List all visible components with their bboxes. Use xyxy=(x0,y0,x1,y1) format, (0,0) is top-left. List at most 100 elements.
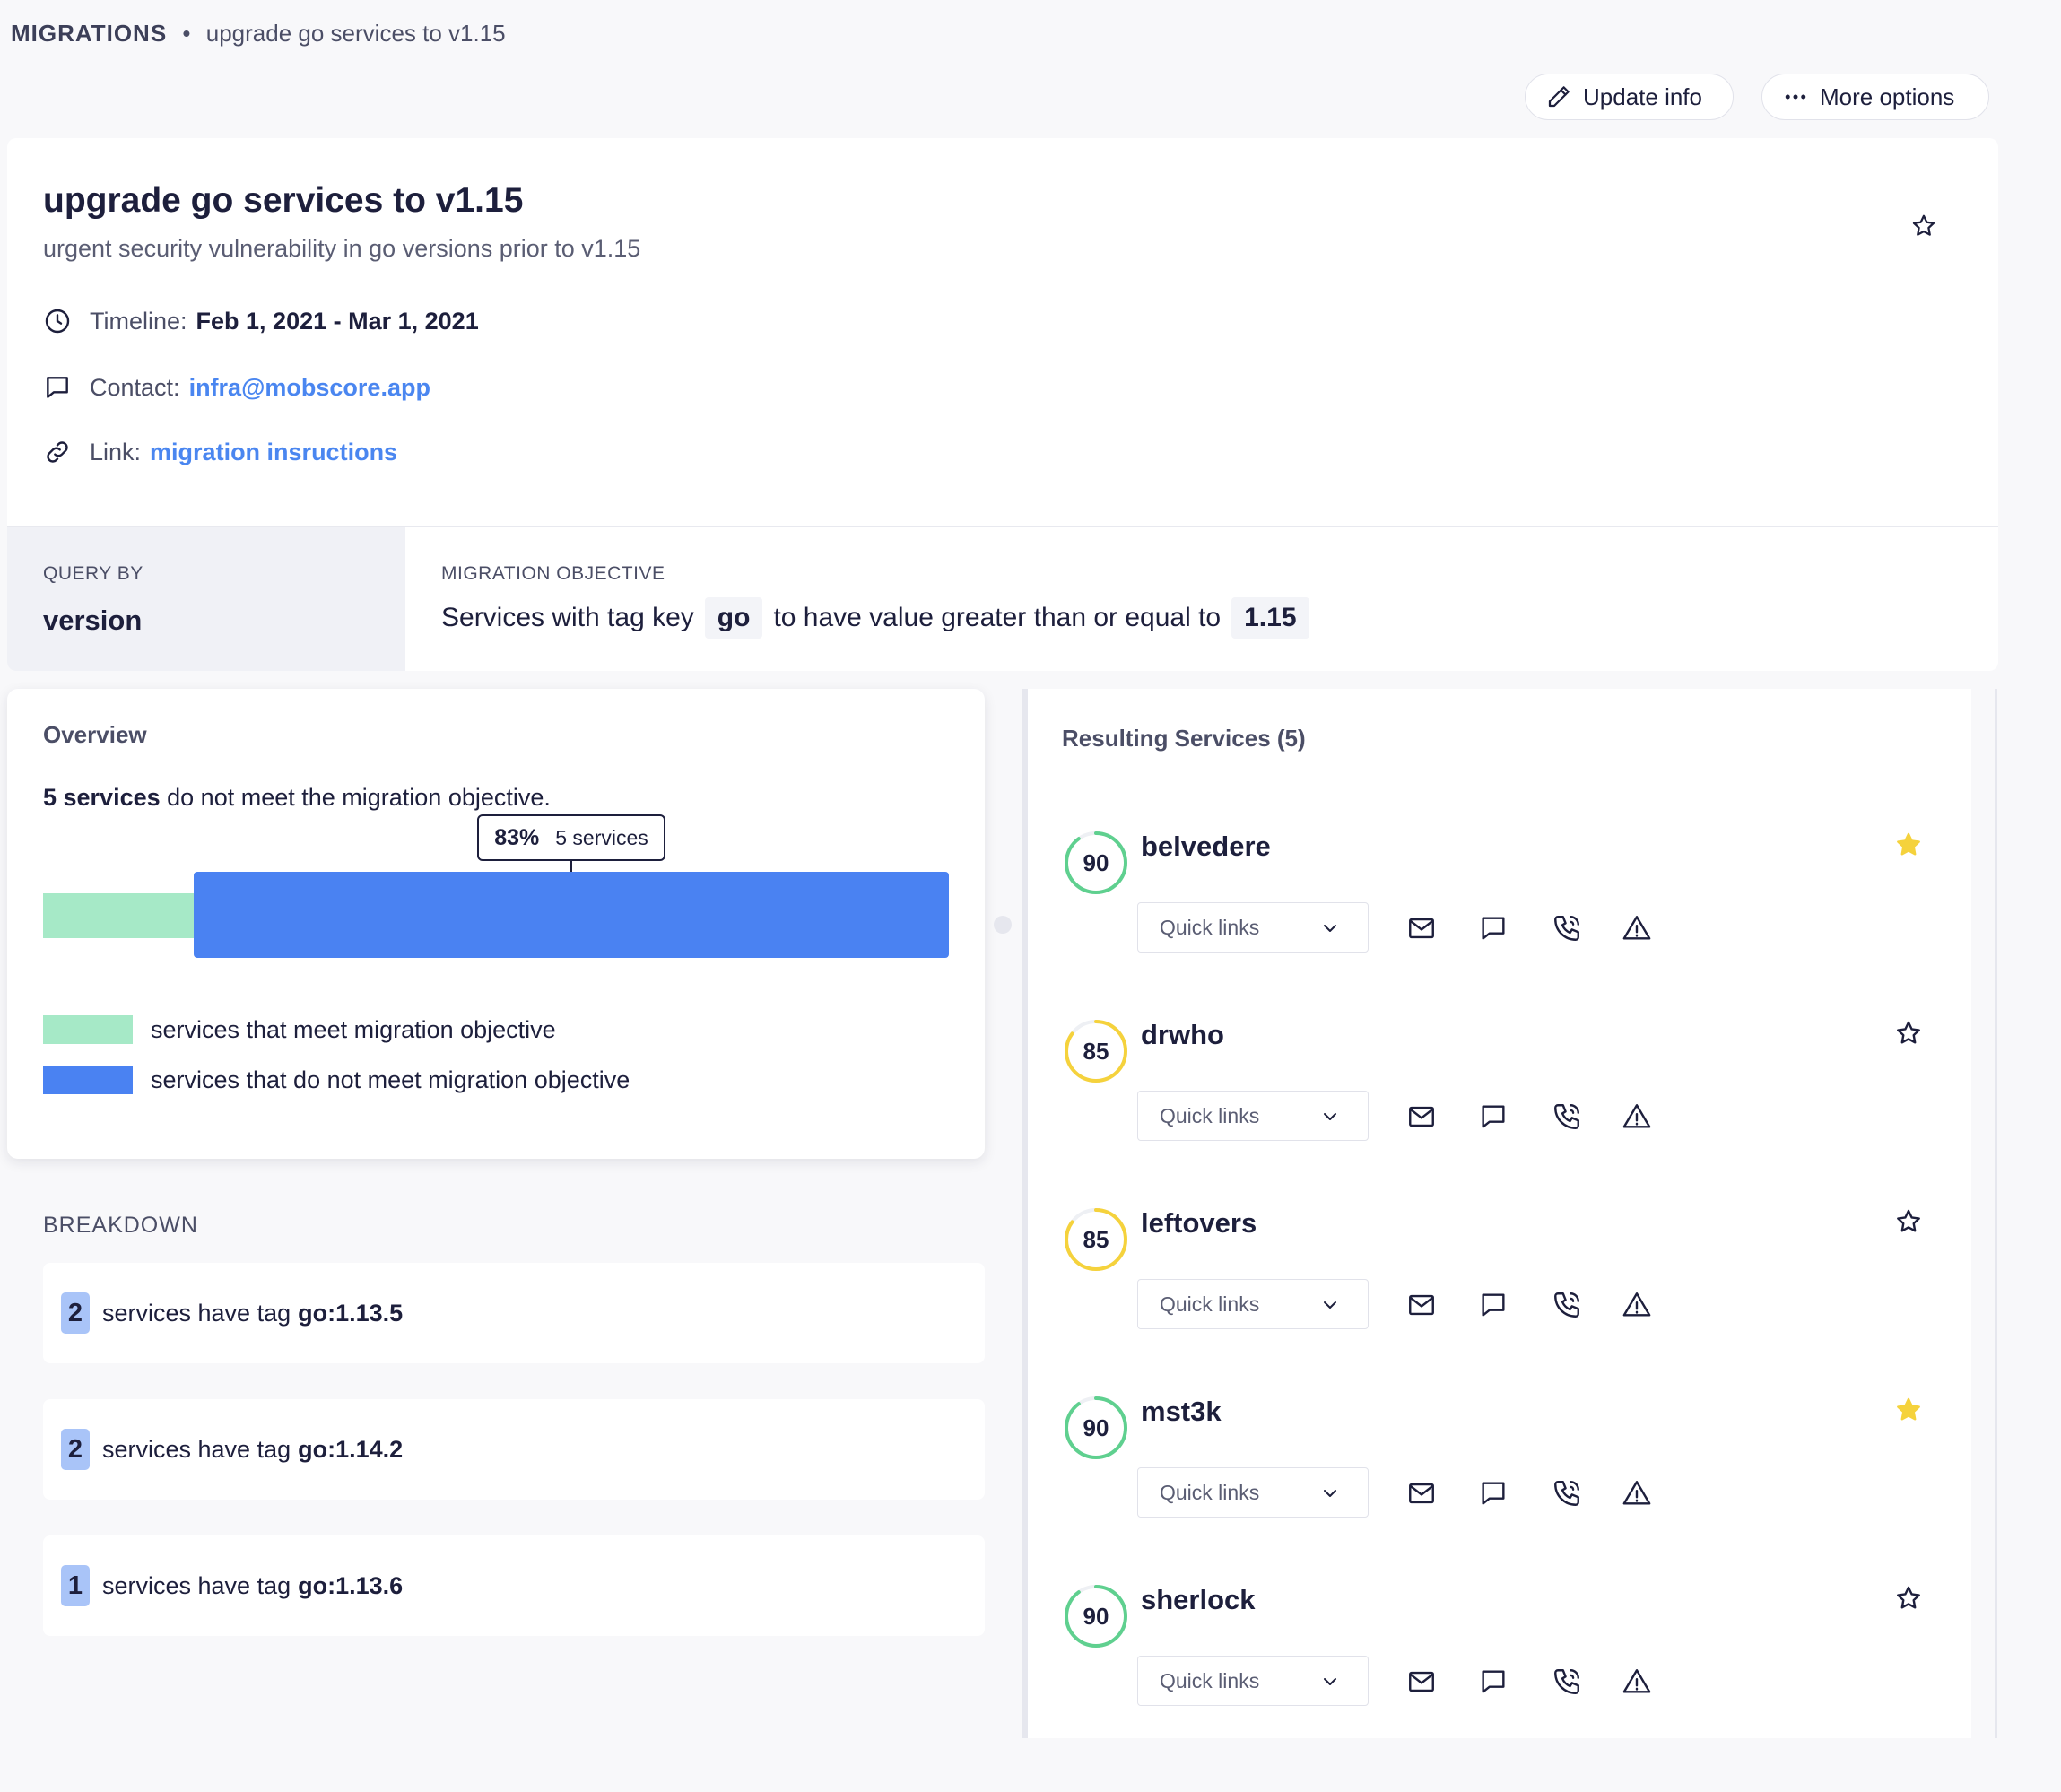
score-badge: 85 xyxy=(1064,1207,1128,1272)
query-by-value: version xyxy=(43,605,143,636)
mail-icon[interactable] xyxy=(1406,1478,1437,1509)
legend-meet: services that meet migration objective xyxy=(43,1015,556,1044)
phone-icon[interactable] xyxy=(1552,1290,1582,1320)
quick-links-dropdown[interactable]: Quick links xyxy=(1137,902,1369,953)
service-row: 85 drwho Quick links xyxy=(1028,1019,1977,1198)
breadcrumb-root[interactable]: MIGRATIONS xyxy=(11,20,167,47)
resulting-services-title: Resulting Services (5) xyxy=(1062,725,1306,752)
overview-card: Overview 5 services do not meet the migr… xyxy=(7,689,985,1159)
summary-text: do not meet the migration objective. xyxy=(167,784,551,811)
legend-meet-swatch xyxy=(43,1015,133,1044)
chat-icon[interactable] xyxy=(1478,1290,1509,1320)
drag-handle[interactable] xyxy=(994,916,1012,934)
chat-icon[interactable] xyxy=(1478,1478,1509,1509)
clock-icon xyxy=(45,309,70,334)
mail-icon[interactable] xyxy=(1406,1666,1437,1697)
update-info-button[interactable]: Update info xyxy=(1525,74,1734,120)
quick-links-label: Quick links xyxy=(1160,1292,1260,1316)
chevron-down-icon xyxy=(1324,925,1336,932)
breakdown-row: 2 services have tag go:1.14.2 xyxy=(43,1399,985,1500)
score-value: 85 xyxy=(1083,1037,1109,1065)
score-value: 85 xyxy=(1083,1225,1109,1253)
phone-icon[interactable] xyxy=(1552,913,1582,944)
breakdown-count-badge: 1 xyxy=(61,1565,90,1606)
bar-meet-segment[interactable] xyxy=(43,893,196,938)
breakdown-text: services have tag xyxy=(102,1435,291,1463)
service-name[interactable]: sherlock xyxy=(1141,1584,1256,1616)
breakdown-row: 2 services have tag go:1.13.5 xyxy=(43,1263,985,1363)
update-info-label: Update info xyxy=(1583,83,1702,110)
contact-email-link[interactable]: infra@mobscore.app xyxy=(189,374,430,402)
service-row: 85 leftovers Quick links xyxy=(1028,1207,1977,1387)
tag-value-chip: 1.15 xyxy=(1231,597,1309,639)
objective-statement: Services with tag key go to have value g… xyxy=(441,597,1320,639)
star-outline-icon[interactable] xyxy=(1894,1584,1923,1613)
warning-icon[interactable] xyxy=(1622,1478,1652,1509)
quick-links-dropdown[interactable]: Quick links xyxy=(1137,1091,1369,1141)
more-options-label: More options xyxy=(1820,83,1955,110)
star-filled-icon[interactable] xyxy=(1894,831,1923,859)
warning-icon[interactable] xyxy=(1622,1290,1652,1320)
breadcrumb-current: upgrade go services to v1.15 xyxy=(205,20,506,47)
quick-links-dropdown[interactable]: Quick links xyxy=(1137,1279,1369,1329)
quick-links-dropdown[interactable]: Quick links xyxy=(1137,1467,1369,1518)
breakdown-tag: go:1.14.2 xyxy=(298,1435,404,1463)
service-row: 90 belvedere Quick links xyxy=(1028,831,1977,1010)
contact-row: Contact: infra@mobscore.app xyxy=(43,373,430,402)
breakdown-title: BREAKDOWN xyxy=(43,1213,198,1238)
quick-links-dropdown[interactable]: Quick links xyxy=(1137,1656,1369,1706)
migration-instructions-link[interactable]: migration insructions xyxy=(150,439,397,466)
breakdown-count-badge: 2 xyxy=(61,1292,90,1334)
warning-icon[interactable] xyxy=(1622,913,1652,944)
link-label: Link: xyxy=(90,438,142,465)
more-dots-icon xyxy=(1785,94,1806,100)
breakdown-tag: go:1.13.6 xyxy=(298,1571,404,1599)
timeline-row: Timeline: Feb 1, 2021 - Mar 1, 2021 xyxy=(43,307,479,335)
chevron-down-icon xyxy=(1324,1490,1336,1497)
warning-icon[interactable] xyxy=(1622,1666,1652,1697)
link-row: Link: migration insructions xyxy=(43,438,397,466)
star-filled-icon[interactable] xyxy=(1894,1396,1923,1424)
score-badge: 85 xyxy=(1064,1019,1128,1083)
more-options-button[interactable]: More options xyxy=(1761,74,1989,120)
service-name[interactable]: drwho xyxy=(1141,1019,1224,1051)
chat-icon[interactable] xyxy=(1478,1101,1509,1132)
breakdown-text: services have tag xyxy=(102,1299,291,1327)
link-icon xyxy=(47,441,68,463)
score-badge: 90 xyxy=(1064,831,1128,895)
mail-icon[interactable] xyxy=(1406,913,1437,944)
score-value: 90 xyxy=(1083,1602,1109,1630)
migration-subtitle: urgent security vulnerability in go vers… xyxy=(43,235,641,262)
objective-caption: MIGRATION OBJECTIVE xyxy=(441,563,665,584)
phone-icon[interactable] xyxy=(1552,1478,1582,1509)
phone-icon[interactable] xyxy=(1552,1101,1582,1132)
breadcrumb-separator: • xyxy=(182,20,191,47)
contact-label: Contact: xyxy=(90,373,180,401)
service-name[interactable]: mst3k xyxy=(1141,1396,1222,1428)
resulting-services-panel: Resulting Services (5) 90 belvedere Quic… xyxy=(1022,689,1971,1738)
mail-icon[interactable] xyxy=(1406,1290,1437,1320)
warning-icon[interactable] xyxy=(1622,1101,1652,1132)
panel-edge xyxy=(1995,689,1997,1738)
overview-summary: 5 services do not meet the migration obj… xyxy=(43,784,551,812)
legend-not-meet-swatch xyxy=(43,1066,133,1094)
chat-icon[interactable] xyxy=(1478,1666,1509,1697)
migration-info-card: upgrade go services to v1.15 urgent secu… xyxy=(7,138,1998,671)
tooltip-percent: 83% xyxy=(494,824,540,850)
mail-icon[interactable] xyxy=(1406,1101,1437,1132)
query-by-caption: QUERY BY xyxy=(43,563,143,584)
star-outline-icon[interactable] xyxy=(1910,213,1937,239)
score-badge: 90 xyxy=(1064,1396,1128,1460)
objective-text-middle: to have value greater than or equal to xyxy=(773,603,1222,632)
breakdown-tag: go:1.13.5 xyxy=(298,1299,404,1327)
star-outline-icon[interactable] xyxy=(1894,1019,1923,1048)
star-outline-icon[interactable] xyxy=(1894,1207,1923,1236)
phone-icon[interactable] xyxy=(1552,1666,1582,1697)
bar-not-meet-segment[interactable] xyxy=(194,872,949,958)
quick-links-label: Quick links xyxy=(1160,1480,1260,1504)
breadcrumb: MIGRATIONS • upgrade go services to v1.1… xyxy=(11,20,506,48)
chat-icon[interactable] xyxy=(1478,913,1509,944)
legend-not-meet-label: services that do not meet migration obje… xyxy=(151,1066,630,1093)
service-name[interactable]: leftovers xyxy=(1141,1207,1257,1240)
service-name[interactable]: belvedere xyxy=(1141,831,1271,863)
